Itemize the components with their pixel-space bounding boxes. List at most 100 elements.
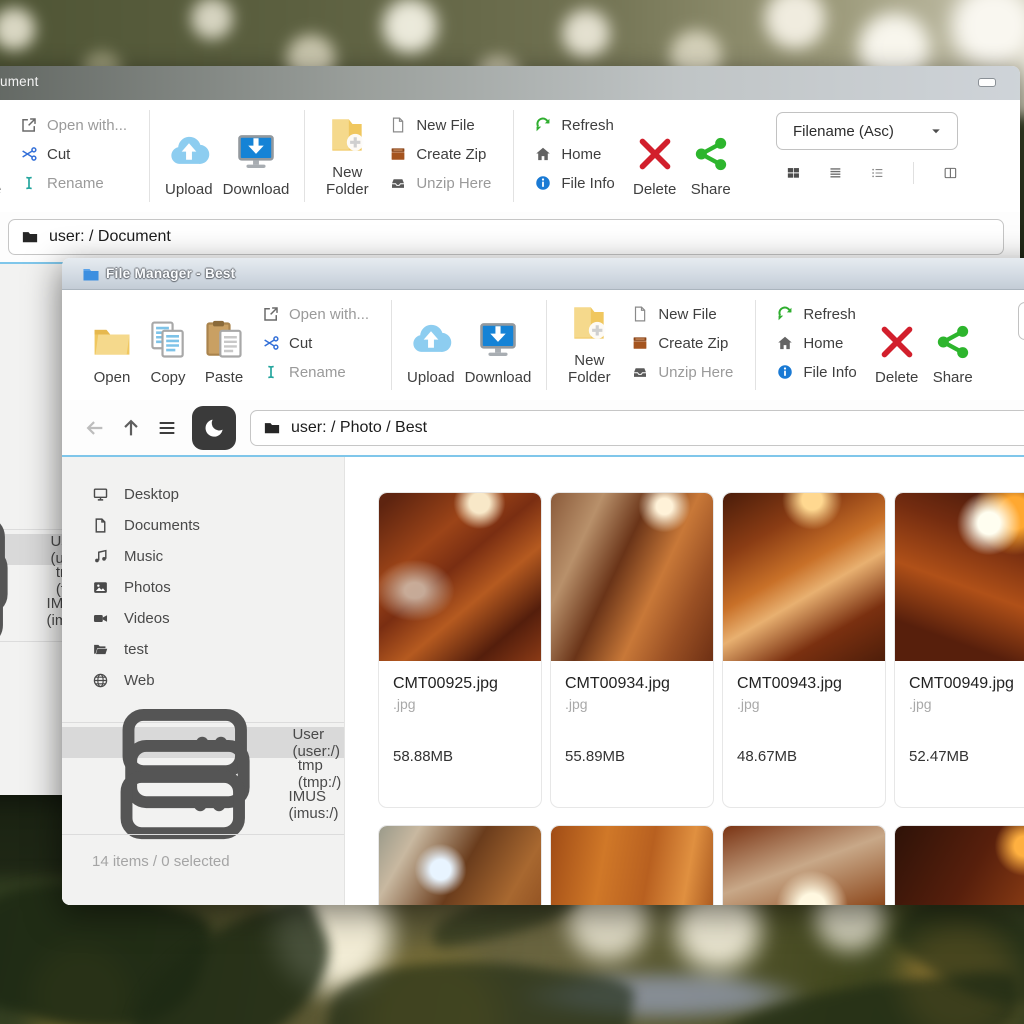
file-row [378,825,1024,905]
refresh-label: Refresh [803,306,856,323]
file-card[interactable] [378,825,542,905]
photo-thumbnail [379,826,541,905]
back-arrow-icon[interactable] [84,417,106,439]
delete-x-icon [877,322,917,362]
unzip-here-button[interactable]: Unzip Here [389,174,491,192]
delete-button[interactable]: Delete [869,298,925,392]
sort-dropdown[interactable]: Filename (Asc) [776,112,958,150]
file-card[interactable]: CMT00943.jpg .jpg 48.67MB [722,492,886,808]
file-grid[interactable]: CMT00925.jpg .jpg 58.88MB CMT00934.jpg .… [345,457,1024,905]
text-cursor-icon [20,174,38,192]
paste-icon [0,130,4,174]
breadcrumb[interactable]: user: / Photo / Best [250,410,1024,446]
zip-box-icon [631,334,649,352]
chevron-down-icon [927,122,945,140]
titlebar[interactable]: ument [0,66,1020,100]
copy-label: Copy [150,369,185,386]
upload-button[interactable]: Upload [160,108,218,204]
download-monitor-icon [476,318,520,362]
sidebar-item-documents[interactable]: Documents [62,510,344,541]
copy-button[interactable]: Copy [140,298,196,392]
sidebar-item-test[interactable]: test [62,634,344,665]
cut-button[interactable]: Cut [20,145,127,163]
open-with-button[interactable]: Open with... [262,305,369,323]
download-button[interactable]: Download [218,108,295,204]
home-label: Home [561,146,601,163]
view-mode-switcher [1018,352,1024,374]
share-button[interactable]: Share [683,108,739,204]
new-file-button[interactable]: New File [631,305,733,323]
upload-button[interactable]: Upload [402,298,460,392]
breadcrumb-path: user: / Photo / Best [291,419,427,437]
open-folder-icon [92,641,109,658]
refresh-icon [534,116,552,134]
sidebar-item-desktop[interactable]: Desktop [62,479,344,510]
minimize-button[interactable] [978,78,996,87]
toolbar-separator [513,110,514,202]
file-row: CMT00925.jpg .jpg 58.88MB CMT00934.jpg .… [378,492,1024,808]
toolbar-separator [149,110,150,202]
moon-icon [202,416,226,440]
file-card[interactable]: CMT00925.jpg .jpg 58.88MB [378,492,542,808]
photo-thumbnail [895,826,1024,905]
file-info-button[interactable]: File Info [776,363,856,381]
view-actions-group: Refresh Home File Info [524,108,626,204]
file-card[interactable]: CMT00934.jpg .jpg 55.89MB [550,492,714,808]
sort-dropdown[interactable]: Filename (Asc) [1018,302,1024,340]
file-size: 58.88MB [393,748,527,765]
sidebar-item-videos[interactable]: Videos [62,603,344,634]
create-zip-button[interactable]: Create Zip [389,145,491,163]
navigation-bar: user: / Photo / Best [62,400,1024,455]
file-extension: .jpg [393,696,527,712]
window-best: File Manager - Best Open Copy Paste Open… [62,258,1024,905]
share-button[interactable]: Share [925,298,981,392]
file-size: 55.89MB [565,748,699,765]
refresh-button[interactable]: Refresh [776,305,856,323]
open-with-button[interactable]: Open with... [20,116,127,134]
breadcrumb[interactable]: user: / Document [8,219,1004,255]
window-title: File Manager - Best [106,266,235,281]
sidebar-item-photos[interactable]: Photos [62,572,344,603]
refresh-button[interactable]: Refresh [534,116,614,134]
document-icon [92,517,109,534]
home-button[interactable]: Home [776,334,856,352]
dark-mode-toggle[interactable] [192,406,236,450]
zip-box-icon [389,145,407,163]
hamburger-icon[interactable] [156,417,178,439]
grid-view-icon[interactable] [786,163,801,183]
edit-actions-group: Open with... Cut Rename [252,298,381,392]
sidebar-item-music[interactable]: Music [62,541,344,572]
create-zip-label: Create Zip [658,335,728,352]
paste-button[interactable]: Paste [0,108,10,204]
detail-view-icon[interactable] [870,163,885,183]
file-card[interactable] [894,825,1024,905]
photo-thumbnail [723,493,885,661]
create-zip-button[interactable]: Create Zip [631,334,733,352]
view-actions-group: Refresh Home File Info [766,298,868,392]
home-button[interactable]: Home [534,145,614,163]
unzip-here-button[interactable]: Unzip Here [631,363,733,381]
open-button[interactable]: Open [84,298,140,392]
drive-item-imus[interactable]: IMUS (imus:/) [62,789,344,820]
new-folder-button[interactable]: New Folder [315,108,379,204]
cut-button[interactable]: Cut [262,334,369,352]
list-view-icon[interactable] [828,163,843,183]
file-card[interactable] [722,825,886,905]
titlebar[interactable]: File Manager - Best [62,258,1024,290]
delete-button[interactable]: Delete [627,108,683,204]
sidebar: Desktop Documents Music Photos Videos te… [62,457,345,905]
rename-button[interactable]: Rename [262,363,369,381]
up-arrow-icon[interactable] [120,417,142,439]
window-title: ument [0,74,39,89]
file-name: CMT00925.jpg [393,675,527,693]
paste-button[interactable]: Paste [196,298,252,392]
rename-button[interactable]: Rename [20,174,127,192]
file-card[interactable]: CMT00949.jpg .jpg 52.47MB [894,492,1024,808]
new-file-button[interactable]: New File [389,116,491,134]
columns-view-icon[interactable] [943,163,958,183]
file-info-button[interactable]: File Info [534,174,614,192]
file-card[interactable] [550,825,714,905]
unzip-here-label: Unzip Here [658,364,733,381]
new-folder-button[interactable]: New Folder [557,298,621,392]
download-button[interactable]: Download [460,298,537,392]
